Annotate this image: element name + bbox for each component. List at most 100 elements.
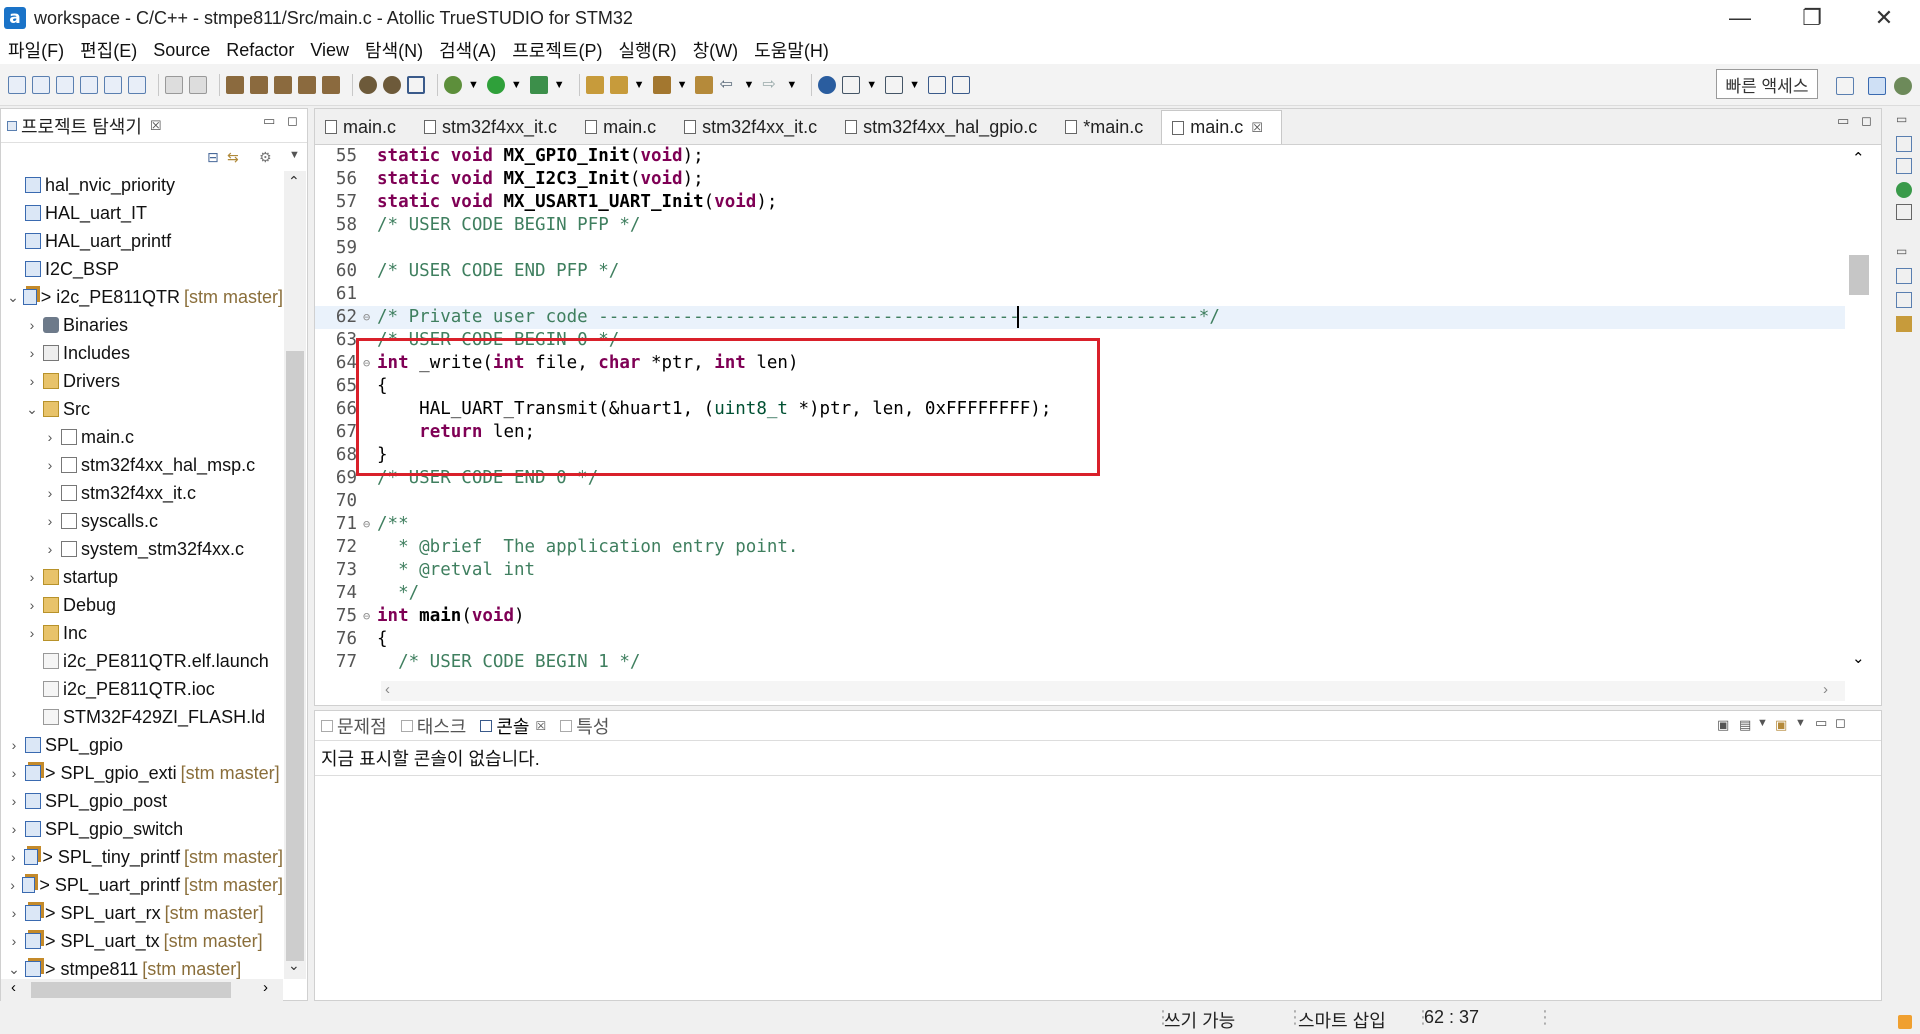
filter-icon[interactable]: ⚙	[259, 149, 272, 166]
close-icon[interactable]: ☒	[150, 118, 162, 134]
console-tab[interactable]: 문제점	[321, 713, 387, 739]
tree-item[interactable]: I2C_BSP	[1, 255, 283, 283]
chevron-right-icon[interactable]: ›	[263, 979, 268, 996]
make-target-icon[interactable]	[1896, 182, 1912, 198]
restore-icon[interactable]: ▭	[1896, 244, 1907, 258]
tree-item[interactable]: i2c_PE811QTR.ioc	[1, 675, 283, 703]
collapse-all-icon[interactable]: ⊟	[207, 149, 219, 166]
tree-item[interactable]: › Inc	[1, 619, 283, 647]
tree-vertical-scrollbar[interactable]: ⌃ ⌄	[284, 171, 306, 979]
tree-item[interactable]: › Binaries	[1, 311, 283, 339]
chevron-down-icon[interactable]: ⌄	[288, 957, 300, 974]
code-line[interactable]: 62 ⊖/* Private user code ----------------…	[315, 306, 1845, 329]
external-tools-icon[interactable]	[529, 75, 548, 94]
export-icon[interactable]	[128, 75, 146, 94]
code-line[interactable]: 60 /* USER CODE END PFP */	[315, 260, 1845, 283]
chevron-down-icon[interactable]: ▼	[468, 79, 479, 91]
run-icon[interactable]	[486, 75, 505, 94]
close-icon[interactable]: ☒	[1251, 120, 1263, 136]
chevron-right-icon[interactable]: ›	[7, 933, 21, 949]
task-list-icon[interactable]	[1896, 204, 1912, 220]
tree-scroll-thumb[interactable]	[286, 351, 304, 961]
back-icon[interactable]: ⇦	[719, 76, 737, 94]
menu-file[interactable]: 파일(F)	[0, 37, 72, 63]
open-type-icon[interactable]	[585, 75, 604, 94]
tree-item[interactable]: › > SPL_tiny_printf [stm master]	[1, 843, 283, 871]
chevron-left-icon[interactable]: ‹	[11, 979, 16, 996]
annotation-icon[interactable]	[652, 75, 671, 94]
view-menu-icon[interactable]: ▼	[289, 149, 300, 161]
chevron-down-icon[interactable]: ⌄	[7, 961, 21, 978]
table-icon[interactable]	[885, 75, 904, 94]
chevron-right-icon[interactable]: ›	[25, 373, 39, 389]
editor-horizontal-scrollbar[interactable]: ‹ ›	[381, 681, 1845, 701]
tree-item[interactable]: › SPL_gpio	[1, 731, 283, 759]
tree-item[interactable]: › stm32f4xx_hal_msp.c	[1, 451, 283, 479]
menu-run[interactable]: 실행(R)	[610, 37, 684, 63]
menu-project[interactable]: 프로젝트(P)	[504, 37, 610, 63]
code-line[interactable]: 57 static void MX_USART1_UART_Init(void);	[315, 191, 1845, 214]
tree-item[interactable]: › system_stm32f4xx.c	[1, 535, 283, 563]
chevron-right-icon[interactable]: ›	[7, 821, 21, 837]
registers-icon[interactable]	[1896, 268, 1912, 284]
code-line[interactable]: 70	[315, 490, 1845, 513]
code-line[interactable]: 74 */	[315, 582, 1845, 605]
fold-icon[interactable]: ⊖	[363, 513, 377, 536]
tree-item[interactable]: ⌄ > i2c_PE811QTR [stm master]	[1, 283, 283, 311]
chevron-up-icon[interactable]: ⌃	[288, 173, 300, 190]
chevron-down-icon[interactable]: ▼	[677, 79, 688, 91]
editor-tab[interactable]: *main.c	[1055, 110, 1161, 144]
editor-tab[interactable]: stm32f4xx_hal_gpio.c	[835, 110, 1055, 144]
minimize-console-icon[interactable]: ▭	[1815, 715, 1827, 731]
link-editor-icon[interactable]: ⇆	[227, 149, 239, 166]
chevron-right-icon[interactable]: ›	[7, 793, 21, 809]
console-tab[interactable]: 태스크	[400, 713, 466, 739]
menu-view[interactable]: View	[302, 40, 357, 61]
tree-item[interactable]: › SPL_gpio_switch	[1, 815, 283, 843]
new-console-icon[interactable]: ▣	[1775, 717, 1787, 733]
outline-icon[interactable]	[1896, 136, 1912, 152]
chevron-right-icon[interactable]: ›	[43, 541, 57, 557]
forward-icon[interactable]: ⇨	[762, 76, 780, 94]
editor-tab[interactable]: main.c	[575, 110, 674, 144]
exit-icon[interactable]	[952, 75, 971, 94]
close-button[interactable]: ✕	[1856, 0, 1912, 36]
code-line[interactable]: 75 ⊖ int main(void)	[315, 605, 1845, 628]
build-analyzer-icon[interactable]	[1896, 316, 1912, 332]
terminal-icon[interactable]	[407, 75, 425, 94]
tree-item[interactable]: › > SPL_gpio_exti [stm master]	[1, 759, 283, 787]
code-line[interactable]: 72 * @brief The application entry point.	[315, 536, 1845, 559]
chevron-right-icon[interactable]: ›	[43, 429, 57, 445]
maximize-editor-icon[interactable]: ◻	[1861, 113, 1872, 129]
code-line[interactable]: 58 /* USER CODE BEGIN PFP */	[315, 214, 1845, 237]
fold-icon[interactable]: ⊖	[363, 306, 377, 329]
tree-item[interactable]: › > SPL_uart_tx [stm master]	[1, 927, 283, 955]
include-browser-icon[interactable]	[1896, 158, 1912, 174]
tree-item[interactable]: › syscalls.c	[1, 507, 283, 535]
tree-item[interactable]: › Drivers	[1, 367, 283, 395]
menu-source[interactable]: Source	[145, 40, 218, 61]
menu-navigate[interactable]: 탐색(N)	[357, 37, 431, 63]
chevron-right-icon[interactable]: ›	[7, 905, 21, 921]
open-perspective-icon[interactable]	[1836, 77, 1854, 95]
code-line[interactable]: 73 * @retval int	[315, 559, 1845, 582]
console-tab[interactable]: 콘솔 ☒	[480, 712, 547, 739]
tree-item[interactable]: › main.c	[1, 423, 283, 451]
debug-bug-icon[interactable]	[359, 75, 377, 94]
chevron-down-icon[interactable]: ▼	[743, 79, 754, 91]
chevron-down-icon[interactable]: ▼	[1795, 717, 1806, 729]
cpp-perspective-icon[interactable]	[1868, 77, 1886, 95]
chevron-down-icon[interactable]: ▼	[909, 79, 920, 91]
chevron-down-icon[interactable]: ⌄	[25, 401, 39, 418]
info-icon[interactable]	[818, 75, 837, 94]
editor-vertical-scrollbar[interactable]: ⌃ ⌄	[1845, 145, 1873, 675]
build-all-icon[interactable]	[250, 75, 268, 94]
tree-item[interactable]: › > SPL_uart_rx [stm master]	[1, 899, 283, 927]
new-source-icon[interactable]	[32, 75, 50, 94]
menu-edit[interactable]: 편집(E)	[72, 37, 145, 63]
restore-icon[interactable]: ▭	[1896, 112, 1907, 126]
maximize-console-icon[interactable]: ◻	[1835, 715, 1846, 731]
chevron-down-icon[interactable]: ⌄	[7, 289, 19, 306]
search-icon[interactable]	[609, 75, 628, 94]
tree-item[interactable]: › > SPL_uart_printf [stm master]	[1, 871, 283, 899]
